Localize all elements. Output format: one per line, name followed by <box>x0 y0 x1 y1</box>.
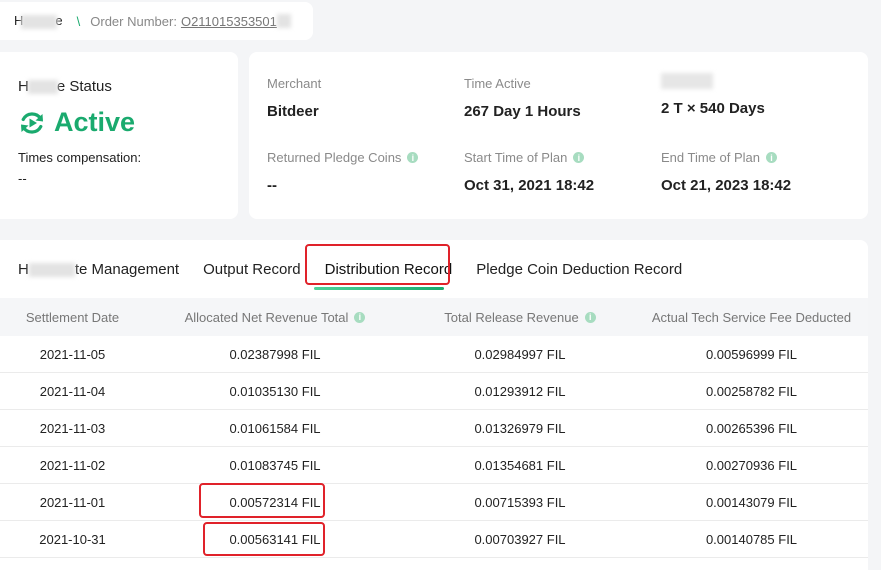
distribution-table: Settlement Date Allocated Net Revenue To… <box>0 298 868 558</box>
info-icon[interactable]: i <box>354 311 366 323</box>
merchant-value: Bitdeer <box>267 103 319 120</box>
time-active-field: Time Active 267 Day 1 Hours <box>464 76 581 120</box>
returned-pledge-field: Returned Pledge Coins i -- <box>267 150 419 194</box>
cell-date: 2021-11-03 <box>39 420 106 436</box>
redacted-text <box>276 14 291 28</box>
annotation-box-row-2021-10-31 <box>203 522 325 556</box>
redacted-text <box>21 14 58 29</box>
tab-output-record[interactable]: Output Record <box>203 261 301 278</box>
merchant-label: Merchant <box>267 76 322 91</box>
tab-pledge-coin-deduction[interactable]: Pledge Coin Deduction Record <box>476 261 682 278</box>
cell-date: 2021-10-31 <box>39 531 106 547</box>
breadcrumb-separator: \ <box>76 13 81 29</box>
returned-pledge-value: -- <box>267 177 277 194</box>
end-time-field: End Time of Plan i Oct 21, 2023 18:42 <box>661 150 791 194</box>
tab-management-suffix: te Management <box>74 260 180 278</box>
cell-date: 2021-11-04 <box>39 383 106 399</box>
compensation-label: Times compensation: <box>18 150 142 165</box>
table-row: 2021-11-03 0.01061584 FIL 0.01326979 FIL… <box>0 410 868 447</box>
time-active-value: 267 Day 1 Hours <box>464 103 581 120</box>
header-settlement-date: Settlement Date <box>25 309 120 325</box>
status-title-suffix: e Status <box>56 78 112 95</box>
cell-net: 0.01061584 FIL <box>229 420 321 436</box>
cell-release: 0.01293912 FIL <box>474 383 566 399</box>
breadcrumb: He \ Order Number: O211015353501 <box>0 2 313 40</box>
cell-fee: 0.00143079 FIL <box>705 494 798 510</box>
merchant-field: Merchant Bitdeer <box>267 76 321 120</box>
time-active-label: Time Active <box>464 76 531 91</box>
cell-fee: 0.00140785 FIL <box>705 531 798 547</box>
end-time-label: End Time of Plan i <box>661 150 791 165</box>
capacity-label <box>661 73 765 89</box>
table-row: 2021-11-04 0.01035130 FIL 0.01293912 FIL… <box>0 373 868 410</box>
compensation-value: -- <box>18 171 27 186</box>
info-icon[interactable]: i <box>407 152 419 163</box>
cell-fee: 0.00270936 FIL <box>705 457 798 473</box>
records-card: Hte Management Output Record Distributio… <box>0 240 868 570</box>
start-time-value: Oct 31, 2021 18:42 <box>464 177 595 194</box>
cell-fee: 0.00265396 FIL <box>705 420 798 436</box>
redacted-text <box>27 80 58 95</box>
status-title: He Status <box>18 78 238 95</box>
active-tab-indicator <box>314 287 444 290</box>
cell-release: 0.02984997 FIL <box>474 346 566 362</box>
start-time-label: Start Time of Plan i <box>464 150 594 165</box>
breadcrumb-home-link[interactable]: He <box>14 13 63 29</box>
returned-pledge-label: Returned Pledge Coins i <box>267 150 419 165</box>
cell-date: 2021-11-05 <box>39 346 106 362</box>
plan-info-card: Merchant Bitdeer Time Active 267 Day 1 H… <box>249 52 868 219</box>
cell-release: 0.00703927 FIL <box>474 531 566 547</box>
header-net-revenue: Allocated Net Revenue Total i <box>145 310 405 325</box>
order-number-label: Order Number: <box>90 13 177 29</box>
cell-net: 0.01035130 FIL <box>229 383 321 399</box>
annotation-box-row-2021-11-01 <box>199 483 325 518</box>
table-row: 2021-11-05 0.02387998 FIL 0.02984997 FIL… <box>0 336 868 373</box>
capacity-field: 2 T × 540 Days <box>661 73 765 117</box>
cell-net: 0.01083745 FIL <box>229 457 321 473</box>
start-time-field: Start Time of Plan i Oct 31, 2021 18:42 <box>464 150 594 194</box>
capacity-value: 2 T × 540 Days <box>661 100 765 117</box>
refresh-icon <box>21 111 43 134</box>
cell-fee: 0.00596999 FIL <box>705 346 798 362</box>
info-icon[interactable]: i <box>766 152 777 163</box>
cell-release: 0.01326979 FIL <box>474 420 566 436</box>
table-header: Settlement Date Allocated Net Revenue To… <box>0 298 868 336</box>
cell-date: 2021-11-02 <box>39 457 106 473</box>
end-time-label-text: End Time of Plan <box>661 150 760 165</box>
cell-release: 0.01354681 FIL <box>474 457 566 473</box>
table-row: 2021-11-02 0.01083745 FIL 0.01354681 FIL… <box>0 447 868 484</box>
header-release-revenue-text: Total Release Revenue <box>444 309 579 325</box>
start-time-label-text: Start Time of Plan <box>464 150 568 165</box>
header-net-revenue-text: Allocated Net Revenue Total <box>184 309 349 325</box>
status-value: Active <box>54 107 136 137</box>
cell-net: 0.02387998 FIL <box>229 346 321 362</box>
cell-release: 0.00715393 FIL <box>474 494 566 510</box>
cell-date: 2021-11-01 <box>39 494 106 510</box>
header-release-revenue: Total Release Revenue i <box>405 310 635 325</box>
returned-pledge-label-text: Returned Pledge Coins <box>267 150 402 165</box>
table-row: 2021-11-01 0.00572314 FIL 0.00715393 FIL… <box>0 484 868 521</box>
cell-fee: 0.00258782 FIL <box>705 383 798 399</box>
info-icon[interactable]: i <box>584 311 596 323</box>
end-time-value: Oct 21, 2023 18:42 <box>661 177 792 194</box>
header-tech-fee: Actual Tech Service Fee Deducted <box>651 309 852 325</box>
order-number-link[interactable]: O211015353501 <box>181 14 277 29</box>
info-icon[interactable]: i <box>573 152 585 163</box>
redacted-text <box>28 262 75 277</box>
tab-management[interactable]: Hte Management <box>18 261 179 278</box>
table-row: 2021-10-31 0.00563141 FIL 0.00703927 FIL… <box>0 521 868 558</box>
redacted-text <box>661 73 713 89</box>
annotation-box-distribution-tab <box>305 244 450 285</box>
status-card: He Status Active Times compensation: -- <box>0 52 238 219</box>
tab-management-prefix: H <box>18 260 29 278</box>
status-indicator: Active <box>18 107 238 138</box>
